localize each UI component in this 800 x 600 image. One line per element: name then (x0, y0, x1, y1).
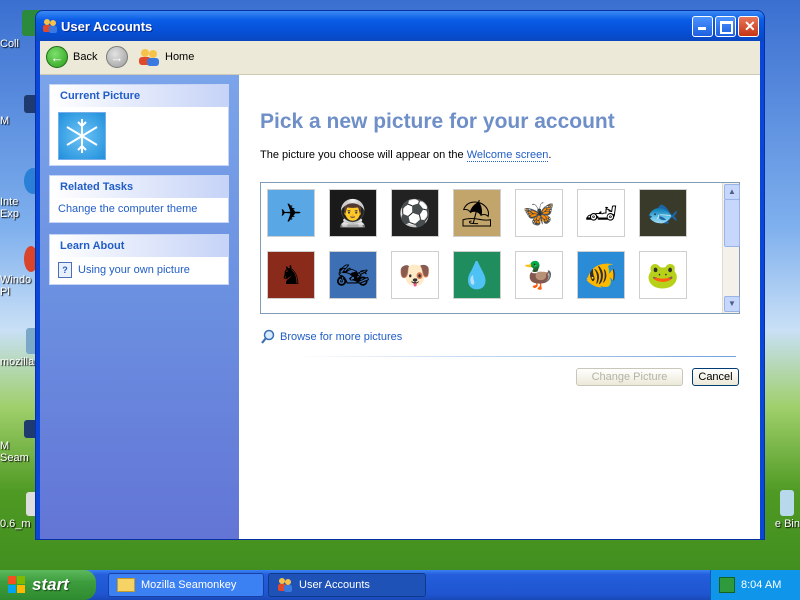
current-picture-title: Current Picture (50, 85, 228, 107)
taskbar: start Mozilla Seamonkey User Accounts 8:… (0, 570, 800, 600)
description-text: The picture you choose will appear on th… (260, 149, 467, 161)
desktop-icon-4[interactable]: Windo Pl (0, 246, 40, 298)
separator-line (294, 356, 736, 357)
recycle-bin-icon-item[interactable]: e Bin (760, 490, 800, 530)
clock: 8:04 AM (741, 579, 782, 591)
page-description: The picture you choose will appear on th… (260, 149, 552, 162)
scroll-thumb[interactable] (724, 199, 740, 247)
taskbar-item-label: Mozilla Seamonkey (141, 579, 237, 591)
user-accounts-window: User Accounts ✕ ← Back → Home Current Pi… (36, 11, 764, 539)
tropical-fish-picture[interactable]: 🐠 (577, 251, 625, 299)
title-bar[interactable]: User Accounts ✕ (36, 11, 764, 41)
page-heading: Pick a new picture for your account (260, 110, 615, 133)
description-suffix: . (548, 149, 552, 161)
desktop-icon-label: e Bin (774, 518, 800, 530)
butterfly-picture[interactable]: 🦋 (515, 189, 563, 237)
task-pane: Current Picture Related Tasks Change the (40, 75, 239, 539)
picture-gallery: ✈ 👨‍🚀 ⚽ ⛱ 🦋 🏎 🐟 ♞ 🏍 🐶 💧 🦆 🐠 🐸 ▲ ▼ (260, 182, 740, 314)
home-button[interactable]: Home (138, 46, 194, 68)
snowflake-icon (66, 119, 98, 153)
drip-picture[interactable]: 💧 (453, 251, 501, 299)
magnifier-icon (261, 329, 275, 344)
beach-chairs-picture[interactable]: ⛱ (453, 189, 501, 237)
forward-arrow-icon: → (106, 46, 128, 68)
desktop-icon-3[interactable]: Inte Exp (0, 168, 42, 220)
back-arrow-icon: ← (46, 46, 68, 68)
welcome-screen-link[interactable]: Welcome screen (466, 149, 549, 162)
desktop-icon-label: M (0, 115, 10, 127)
soccer-ball-picture[interactable]: ⚽ (391, 189, 439, 237)
dog-picture[interactable]: 🐶 (391, 251, 439, 299)
astronaut-picture[interactable]: 👨‍🚀 (329, 189, 377, 237)
minimize-button[interactable] (692, 16, 713, 37)
window-title: User Accounts (61, 19, 153, 34)
desktop-icon-2[interactable]: M (0, 95, 42, 127)
change-picture-button[interactable]: Change Picture (576, 368, 683, 386)
learn-about-title: Learn About (50, 235, 228, 257)
desktop-icon-label: Windo Pl (0, 274, 32, 298)
close-icon: ✕ (744, 18, 756, 34)
fish-face-picture[interactable]: 🐟 (639, 189, 687, 237)
airplane-picture[interactable]: ✈ (267, 189, 315, 237)
taskbar-item-user-accounts[interactable]: User Accounts (268, 573, 426, 597)
desktop-icon-label: 0.6_m (0, 518, 31, 530)
scroll-down-icon[interactable]: ▼ (724, 296, 740, 312)
desktop-icon-label: Coll (0, 38, 19, 50)
browse-pictures[interactable]: Browse for more pictures (260, 329, 402, 345)
taskbar-item-label: User Accounts (299, 579, 370, 591)
frog-picture[interactable]: 🐸 (639, 251, 687, 299)
cancel-button[interactable]: Cancel (692, 368, 739, 386)
system-tray: 8:04 AM (710, 570, 800, 600)
start-label: start (32, 575, 69, 594)
main-content: Pick a new picture for your account The … (239, 75, 760, 539)
related-tasks-title: Related Tasks (50, 176, 228, 198)
recycle-bin-icon (780, 490, 794, 516)
user-accounts-home-icon (139, 49, 159, 66)
chess-picture[interactable]: ♞ (267, 251, 315, 299)
duck-picture[interactable]: 🦆 (515, 251, 563, 299)
current-picture-snowflake (58, 112, 106, 160)
desktop-icon-label: Inte Exp (0, 196, 19, 220)
window-client-area: Current Picture Related Tasks Change the (40, 75, 760, 539)
user-accounts-icon (43, 19, 57, 33)
maximize-icon (720, 21, 733, 34)
using-own-picture-link[interactable]: Using your own picture (78, 264, 190, 276)
scroll-up-icon[interactable]: ▲ (724, 184, 740, 200)
desktop-icon-label: M Seam (0, 440, 29, 464)
maximize-button[interactable] (715, 16, 736, 37)
current-picture-panel: Current Picture (49, 84, 229, 166)
desktop-icon-6[interactable]: M Seam (0, 420, 42, 464)
browse-link[interactable]: Browse for more pictures (280, 331, 402, 343)
start-button[interactable]: start (0, 570, 96, 600)
desktop-icon-1[interactable]: Coll (0, 10, 48, 50)
desktop-icon-7[interactable]: 0.6_m (0, 492, 40, 530)
network-icon[interactable] (719, 577, 735, 593)
gallery-scrollbar[interactable]: ▲ ▼ (722, 183, 740, 313)
car-picture[interactable]: 🏎 (577, 189, 625, 237)
change-theme-link[interactable]: Change the computer theme (58, 203, 197, 215)
user-accounts-icon (278, 578, 292, 592)
help-icon: ? (58, 262, 72, 278)
back-label: Back (73, 51, 98, 63)
related-tasks-panel: Related Tasks Change the computer theme (49, 175, 229, 223)
taskbar-item-seamonkey[interactable]: Mozilla Seamonkey (108, 573, 264, 597)
back-button[interactable]: ← Back (46, 46, 97, 68)
home-label: Home (165, 51, 195, 63)
close-button[interactable]: ✕ (738, 16, 759, 37)
minimize-icon (698, 27, 706, 30)
learn-about-panel: Learn About ? Using your own picture (49, 234, 229, 285)
desktop-icon-5[interactable]: mozilla (0, 328, 40, 368)
folder-icon (117, 578, 135, 592)
windows-logo-icon (8, 576, 26, 594)
desktop-icon-label: mozilla (0, 356, 35, 368)
forward-button[interactable]: → (106, 46, 128, 68)
dirt-bike-picture[interactable]: 🏍 (329, 251, 377, 299)
toolbar: ← Back → Home (40, 41, 760, 75)
